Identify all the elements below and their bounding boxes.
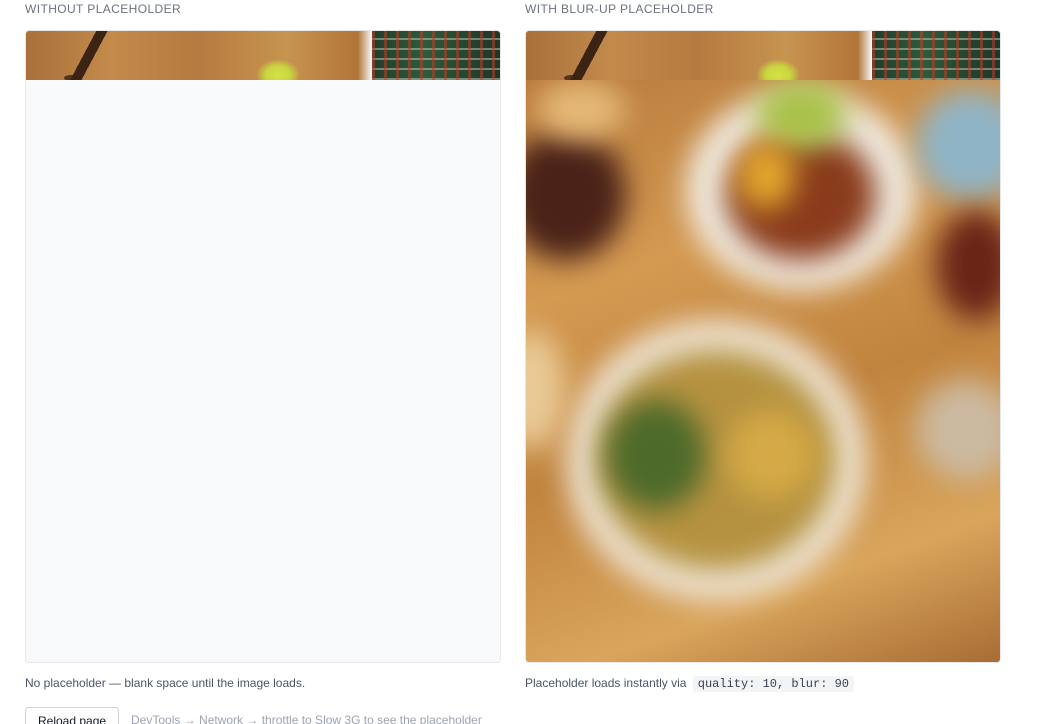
blurred-placeholder-image [526, 80, 1000, 662]
loaded-image-strip [26, 31, 500, 81]
without-placeholder-image-frame [25, 30, 501, 663]
with-placeholder-heading: WITH BLUR-UP PLACEHOLDER [525, 2, 714, 16]
with-placeholder-image-frame [525, 30, 1001, 663]
reload-page-button[interactable]: Reload page [25, 707, 120, 724]
with-placeholder-caption: Placeholder loads instantly via quality:… [525, 676, 855, 692]
throttle-hint: DevTools → Network → throttle to Slow 3G… [131, 713, 482, 724]
loaded-image-strip [526, 31, 1000, 81]
without-placeholder-heading: WITHOUT PLACEHOLDER [25, 2, 182, 16]
caption-code: quality: 10, blur: 90 [692, 676, 855, 692]
blank-loading-area [26, 80, 500, 662]
without-placeholder-caption: No placeholder — blank space until the i… [25, 676, 306, 690]
caption-text: Placeholder loads instantly via [525, 676, 687, 690]
